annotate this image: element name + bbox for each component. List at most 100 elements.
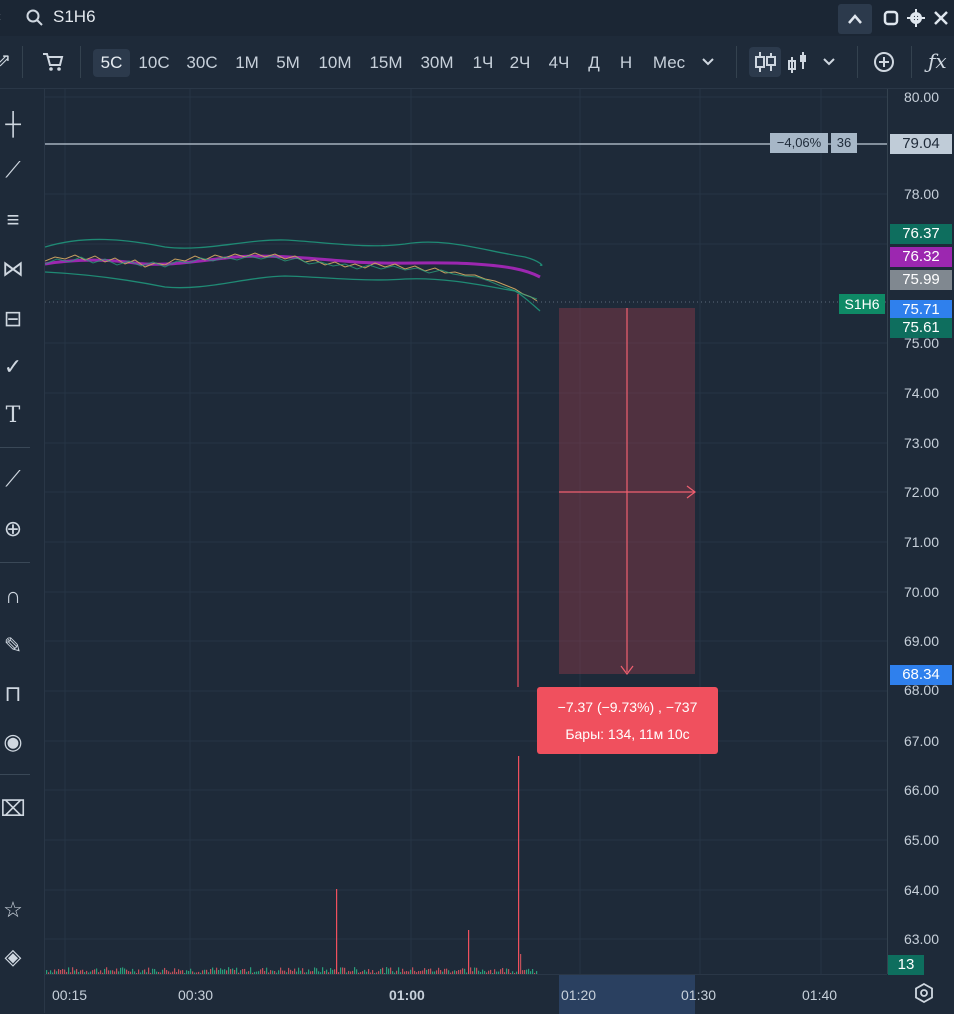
- lock-drawing-icon[interactable]: ✎: [0, 631, 26, 661]
- chevron-down-icon[interactable]: [700, 56, 716, 68]
- price-tick: 74.00: [903, 385, 940, 401]
- star-icon[interactable]: ☆: [0, 895, 26, 925]
- brush-icon[interactable]: ✓: [0, 352, 26, 382]
- price-tick: 66.00: [903, 782, 940, 798]
- tf-30m[interactable]: 30М: [416, 49, 458, 77]
- price-tick: 65.00: [903, 832, 940, 848]
- time-tick: 00:15: [52, 987, 88, 1003]
- volume-bar: [250, 967, 252, 974]
- volume-bar: [72, 967, 74, 974]
- magnet-icon[interactable]: ∩: [0, 581, 26, 611]
- volume-bars: [46, 756, 538, 974]
- price-tick: 69.00: [903, 633, 940, 649]
- tf-5s[interactable]: 5С: [93, 49, 130, 77]
- chart-type-chevron-icon[interactable]: [821, 56, 837, 68]
- fx-icon[interactable]: ƒx: [928, 49, 947, 73]
- volume-bar: [336, 889, 338, 974]
- tf-2h[interactable]: 2Ч: [505, 49, 535, 77]
- last-price-badge: 75.71: [890, 300, 952, 320]
- upper-band-badge: 76.37: [890, 224, 952, 244]
- volume-bar: [412, 967, 414, 974]
- unlock-icon[interactable]: ⊓: [0, 679, 26, 709]
- toolbar: ⇗ 5С 10С 30С 1М 5М 10М 15М 30М 1Ч 2Ч 4Ч …: [0, 36, 954, 89]
- price-tick: 64.00: [903, 882, 940, 898]
- hline-price-badge: 79.04: [890, 134, 952, 154]
- trend-line-icon[interactable]: ⟋: [0, 155, 26, 185]
- candles-chart-button[interactable]: [749, 47, 781, 77]
- bars-icon[interactable]: [786, 47, 810, 77]
- time-tick: 01:20: [561, 987, 597, 1003]
- symbol-price-label: S1H6: [839, 294, 885, 314]
- layers-icon[interactable]: ◈: [0, 942, 26, 972]
- tf-1m[interactable]: 1М: [230, 49, 264, 77]
- close-icon[interactable]: [933, 10, 949, 26]
- time-tick: 01:00: [389, 987, 425, 1003]
- add-indicator-icon[interactable]: [873, 51, 895, 73]
- fib-lines-icon[interactable]: ≡: [0, 205, 26, 235]
- hline-percent-label: −4,06%: [776, 135, 822, 150]
- time-axis[interactable]: 00:15 00:30 01:00 01:20 01:30 01:40: [45, 974, 887, 1014]
- volume-bar: [398, 967, 400, 974]
- volume-bar: [518, 756, 520, 974]
- symbol-search[interactable]: S1H6: [53, 7, 96, 27]
- price-tick: 73.00: [903, 435, 940, 451]
- search-icon[interactable]: [26, 9, 43, 26]
- settings-icon[interactable]: [907, 9, 925, 27]
- axis-settings-icon[interactable]: [914, 983, 934, 1003]
- symbol-price-label-text: S1H6: [844, 296, 880, 312]
- tf-1h[interactable]: 1Ч: [468, 49, 498, 77]
- drawing-toolbar: ┼ ⟋ ≡ ⋈ ⊟ ✓ T ⟋ ⊕ ∩ ✎ ⊓ ◉ ⌧ ☆ ◈: [0, 89, 45, 1013]
- chevron-up-icon: [848, 14, 862, 24]
- price-tick: 63.00: [903, 931, 940, 947]
- tf-10s[interactable]: 10С: [136, 49, 172, 77]
- volume-bar: [68, 967, 70, 974]
- price-axis[interactable]: 80.00 78.00 75.00 74.00 73.00 72.00 71.0…: [887, 89, 954, 975]
- tf-10m[interactable]: 10М: [314, 49, 356, 77]
- tf-month[interactable]: Мес: [648, 49, 690, 77]
- price-tick: 67.00: [903, 733, 940, 749]
- volume-bar: [386, 967, 388, 974]
- price-tick: 78.00: [903, 186, 940, 202]
- price-tick: 70.00: [903, 584, 940, 600]
- ma-badge: 76.32: [890, 247, 952, 267]
- volume-bar: [322, 967, 324, 974]
- trash-icon[interactable]: ⌧: [0, 794, 26, 824]
- price-line: [45, 252, 538, 302]
- price-tick: 80.00: [903, 89, 940, 105]
- time-tick: 01:40: [802, 987, 838, 1003]
- collapse-button[interactable]: [838, 4, 872, 34]
- cart-icon[interactable]: [42, 52, 64, 72]
- measurement-tooltip: −7.37 (−9.73%) , −737 Бары: 134, 11м 10с: [537, 687, 718, 754]
- target-price-badge: 68.34: [890, 665, 952, 685]
- back-chevron-icon[interactable]: ‹: [0, 8, 1, 25]
- restore-icon[interactable]: [883, 10, 899, 26]
- title-bar: ‹ S1H6: [0, 0, 954, 37]
- volume-bar: [468, 930, 470, 974]
- link-icon[interactable]: ⇗: [0, 50, 11, 71]
- text-icon[interactable]: T: [0, 401, 26, 431]
- tf-5m[interactable]: 5М: [271, 49, 305, 77]
- time-tick: 01:30: [681, 987, 717, 1003]
- candles-icon: [755, 52, 776, 72]
- zoom-in-icon[interactable]: ⊕: [0, 514, 26, 544]
- volume-bar: [354, 967, 356, 974]
- volume-bar: [520, 954, 522, 974]
- volume-bar: [470, 967, 472, 974]
- tf-day[interactable]: Д: [583, 49, 605, 77]
- eye-icon[interactable]: ◉: [0, 727, 26, 757]
- lower-band: [45, 271, 541, 312]
- tf-15m[interactable]: 15М: [365, 49, 407, 77]
- time-tick: 00:30: [178, 987, 214, 1003]
- tf-4h[interactable]: 4Ч: [544, 49, 574, 77]
- volume-bar: [228, 967, 230, 974]
- hline-bars-label: 36: [836, 135, 852, 150]
- pattern-icon[interactable]: ⋈: [0, 254, 26, 284]
- volume-bar: [106, 967, 108, 974]
- forecast-icon[interactable]: ⊟: [0, 304, 26, 334]
- measurement-change: −7.37 (−9.73%) , −737: [557, 699, 698, 715]
- tf-week[interactable]: Н: [615, 49, 637, 77]
- tf-30s[interactable]: 30С: [183, 49, 221, 77]
- crosshair-icon[interactable]: ┼: [0, 109, 26, 139]
- chart-pane[interactable]: [45, 89, 887, 974]
- ruler-icon[interactable]: ⟋: [0, 464, 26, 494]
